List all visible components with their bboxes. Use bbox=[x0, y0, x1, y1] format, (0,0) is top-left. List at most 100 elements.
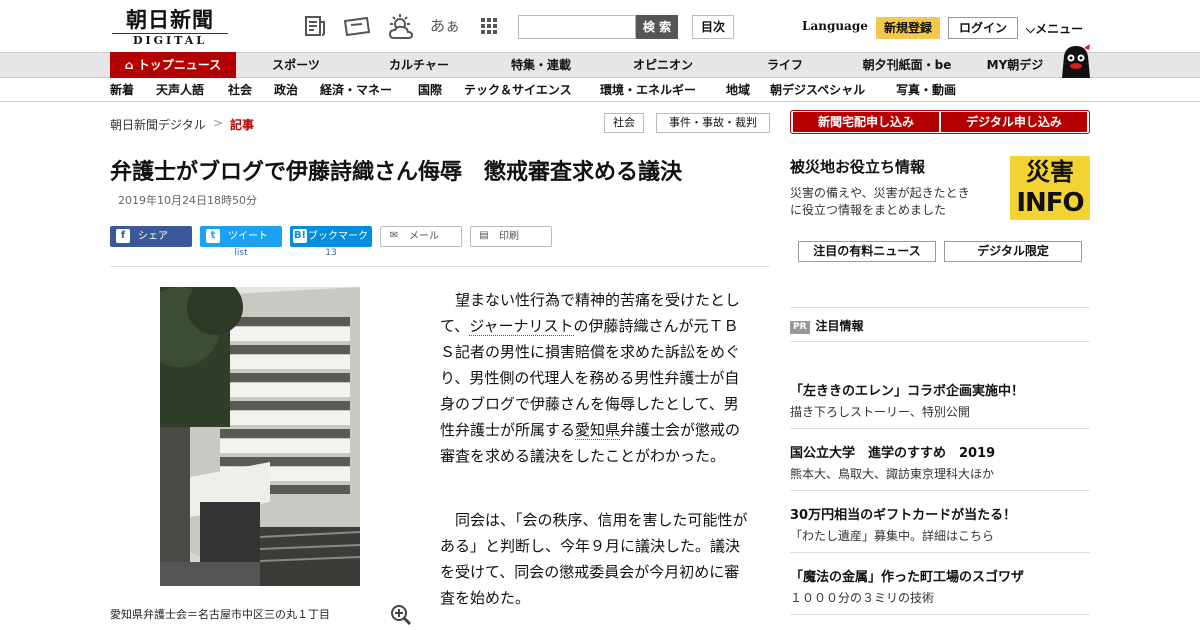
mail-label: メール bbox=[409, 231, 439, 242]
divider bbox=[790, 428, 1090, 429]
digital-subscribe-button[interactable]: デジタル申し込み bbox=[941, 112, 1087, 132]
print-label: 印刷 bbox=[499, 231, 519, 242]
register-button[interactable]: 新規登録 bbox=[876, 17, 940, 39]
subnav-politics[interactable]: 政治 bbox=[274, 78, 298, 102]
printer-icon: ▤ bbox=[479, 230, 489, 241]
nav-my-asahi[interactable]: MY朝デジ bbox=[970, 53, 1060, 77]
disaster-heading[interactable]: 被災地お役立ち情報 bbox=[790, 156, 925, 177]
mail-icon: ✉ bbox=[389, 230, 399, 241]
newspaper-subscribe-button[interactable]: 新聞宅配申し込み bbox=[793, 112, 939, 132]
facebook-share-label: シェア bbox=[138, 231, 168, 242]
nav-sports[interactable]: スポーツ bbox=[236, 53, 356, 77]
breadcrumb-current-label: 記事 bbox=[230, 118, 255, 132]
chevron-down-icon: ⌵ bbox=[1026, 22, 1036, 36]
breadcrumb-current: 記事 bbox=[230, 116, 254, 133]
breadcrumb-separator: > bbox=[213, 116, 224, 130]
banner-top-text: 災害 bbox=[1026, 158, 1074, 186]
article-photo[interactable] bbox=[140, 279, 361, 586]
nav-label: トップニュース bbox=[137, 58, 222, 72]
login-button[interactable]: ログイン bbox=[948, 17, 1018, 39]
mascot-character[interactable] bbox=[1058, 44, 1092, 78]
language-link[interactable]: Language bbox=[802, 19, 868, 33]
divider bbox=[790, 490, 1090, 491]
pr-heading: PR 注目情報 bbox=[790, 317, 864, 334]
promo-subtitle: 描き下ろしストーリー、特別公開 bbox=[790, 405, 970, 419]
promo-subtitle: 熊本大、鳥取大、諏訪東京理科大ほか bbox=[790, 467, 995, 481]
toc-button[interactable]: 目次 bbox=[692, 15, 734, 39]
hatena-bookmark-button[interactable]: B! ブックマーク bbox=[290, 226, 372, 247]
tag-incident[interactable]: 事件・事故・裁判 bbox=[656, 113, 770, 133]
subnav-tech[interactable]: テック＆サイエンス bbox=[464, 78, 572, 102]
promo-title[interactable]: 「魔法の金属」作った町工場のスゴワザ bbox=[790, 566, 1024, 585]
pr-badge: PR bbox=[790, 321, 810, 334]
facebook-share-button[interactable]: f シェア bbox=[110, 226, 192, 247]
aichi-link[interactable]: 愛知県 bbox=[575, 421, 621, 440]
menu-label: メニュー bbox=[1035, 22, 1084, 36]
nav-paper[interactable]: 朝夕刊紙面・be bbox=[844, 53, 970, 77]
grid-menu-icon[interactable] bbox=[476, 14, 502, 38]
article-title: 弁護士がブログで伊藤詩織さん侮辱 懲戒審査求める議決 bbox=[110, 160, 683, 185]
pr-title: 注目情報 bbox=[815, 319, 864, 333]
sub-nav: 新着 天声人語 社会 政治 経済・マネー 国際 テック＆サイエンス 環境・エネル… bbox=[0, 78, 1200, 102]
font-size-icon[interactable]: あぁ bbox=[430, 14, 460, 38]
promo-title[interactable]: 30万円相当のギフトカードが当たる！ bbox=[790, 504, 1016, 523]
hatena-label: ブックマーク bbox=[308, 231, 368, 242]
subnav-environment[interactable]: 環境・エネルギー bbox=[600, 78, 696, 102]
facebook-icon: f bbox=[116, 229, 130, 243]
home-icon: ⌂ bbox=[124, 58, 134, 72]
divider bbox=[110, 266, 770, 267]
weather-icon[interactable] bbox=[386, 14, 416, 39]
divider bbox=[790, 341, 1090, 342]
tag-society[interactable]: 社会 bbox=[604, 113, 644, 133]
nav-culture[interactable]: カルチャー bbox=[356, 53, 482, 77]
twitter-icon: t bbox=[206, 229, 220, 243]
print-button[interactable]: ▤ 印刷 bbox=[470, 226, 552, 247]
divider bbox=[790, 552, 1090, 553]
site-logo[interactable]: 朝日新聞 DIGITAL bbox=[112, 7, 228, 47]
hatena-count[interactable]: 13 bbox=[290, 248, 372, 258]
promo-subtitle: １０００分の３ミリの技術 bbox=[790, 591, 935, 605]
twitter-share-button[interactable]: t ツイート bbox=[200, 226, 282, 247]
promo-title[interactable]: 国公立大学 進学のすすめ 2019 bbox=[790, 442, 995, 461]
disaster-text-1: 災害の備えや、災害が起きたとき bbox=[790, 186, 970, 200]
search-input[interactable] bbox=[518, 15, 636, 39]
logo-subtitle: DIGITAL bbox=[112, 33, 228, 47]
main-nav: ⌂ トップニュース スポーツ カルチャー 特集・連載 オピニオン ライフ 朝夕刊… bbox=[0, 52, 1200, 78]
ticket-icon[interactable] bbox=[342, 14, 372, 38]
paid-news-button[interactable]: 注目の有料ニュース bbox=[798, 241, 936, 262]
subnav-tenseijingo[interactable]: 天声人語 bbox=[156, 78, 204, 102]
nav-top-news[interactable]: ⌂ トップニュース bbox=[110, 52, 236, 78]
twitter-count[interactable]: list bbox=[200, 248, 282, 258]
breadcrumb-home[interactable]: 朝日新聞デジタル bbox=[110, 116, 206, 133]
article-paragraph-1: 望まない性行為で精神的苦痛を受けたとして、ジャーナリストの伊藤詩織さんが元ＴＢＳ… bbox=[440, 287, 750, 469]
banner-bottom-text: INFO bbox=[1016, 188, 1084, 218]
disaster-text-2: に役立つ情報をまとめました bbox=[790, 203, 947, 217]
twitter-share-label: ツイート bbox=[228, 231, 268, 242]
journalist-link[interactable]: ジャーナリスト bbox=[469, 317, 574, 336]
digital-only-button[interactable]: デジタル限定 bbox=[944, 241, 1082, 262]
subnav-international[interactable]: 国際 bbox=[418, 78, 442, 102]
nav-opinion[interactable]: オピニオン bbox=[600, 53, 726, 77]
subnav-photo-video[interactable]: 写真・動画 bbox=[896, 78, 956, 102]
zoom-icon[interactable] bbox=[390, 604, 412, 626]
article-date: 2019年10月24日18時50分 bbox=[118, 194, 257, 207]
site-header: 朝日新聞 DIGITAL あぁ 検 索 目次 Language 新規登録 ログイ… bbox=[0, 0, 1200, 52]
nav-life[interactable]: ライフ bbox=[726, 53, 844, 77]
subnav-local[interactable]: 地域 bbox=[726, 78, 750, 102]
subnav-special[interactable]: 朝デジスペシャル bbox=[770, 78, 865, 102]
newspaper-icon[interactable] bbox=[302, 14, 328, 38]
search-button[interactable]: 検 索 bbox=[636, 15, 678, 39]
subnav-economy[interactable]: 経済・マネー bbox=[320, 78, 392, 102]
promo-title[interactable]: 「左ききのエレン」コラボ企画実施中！ bbox=[790, 380, 1024, 399]
menu-button[interactable]: ⌵メニュー bbox=[1026, 20, 1083, 37]
nav-features[interactable]: 特集・連載 bbox=[482, 53, 600, 77]
article-paragraph-2: 同会は、「会の秩序、信用を害した可能性がある」と判断し、今年９月に議決した。議決… bbox=[440, 511, 748, 607]
divider bbox=[790, 614, 1090, 615]
disaster-info-banner[interactable]: 災害 INFO bbox=[1010, 156, 1090, 220]
subnav-society[interactable]: 社会 bbox=[228, 78, 252, 102]
subnav-latest[interactable]: 新着 bbox=[110, 78, 134, 102]
logo-title: 朝日新聞 bbox=[126, 7, 214, 32]
mail-button[interactable]: ✉ メール bbox=[380, 226, 462, 247]
photo-caption: 愛知県弁護士会＝名古屋市中区三の丸１丁目 bbox=[110, 608, 330, 621]
promo-subtitle: 「わたし遺産」募集中。詳細はこちら bbox=[790, 529, 995, 543]
